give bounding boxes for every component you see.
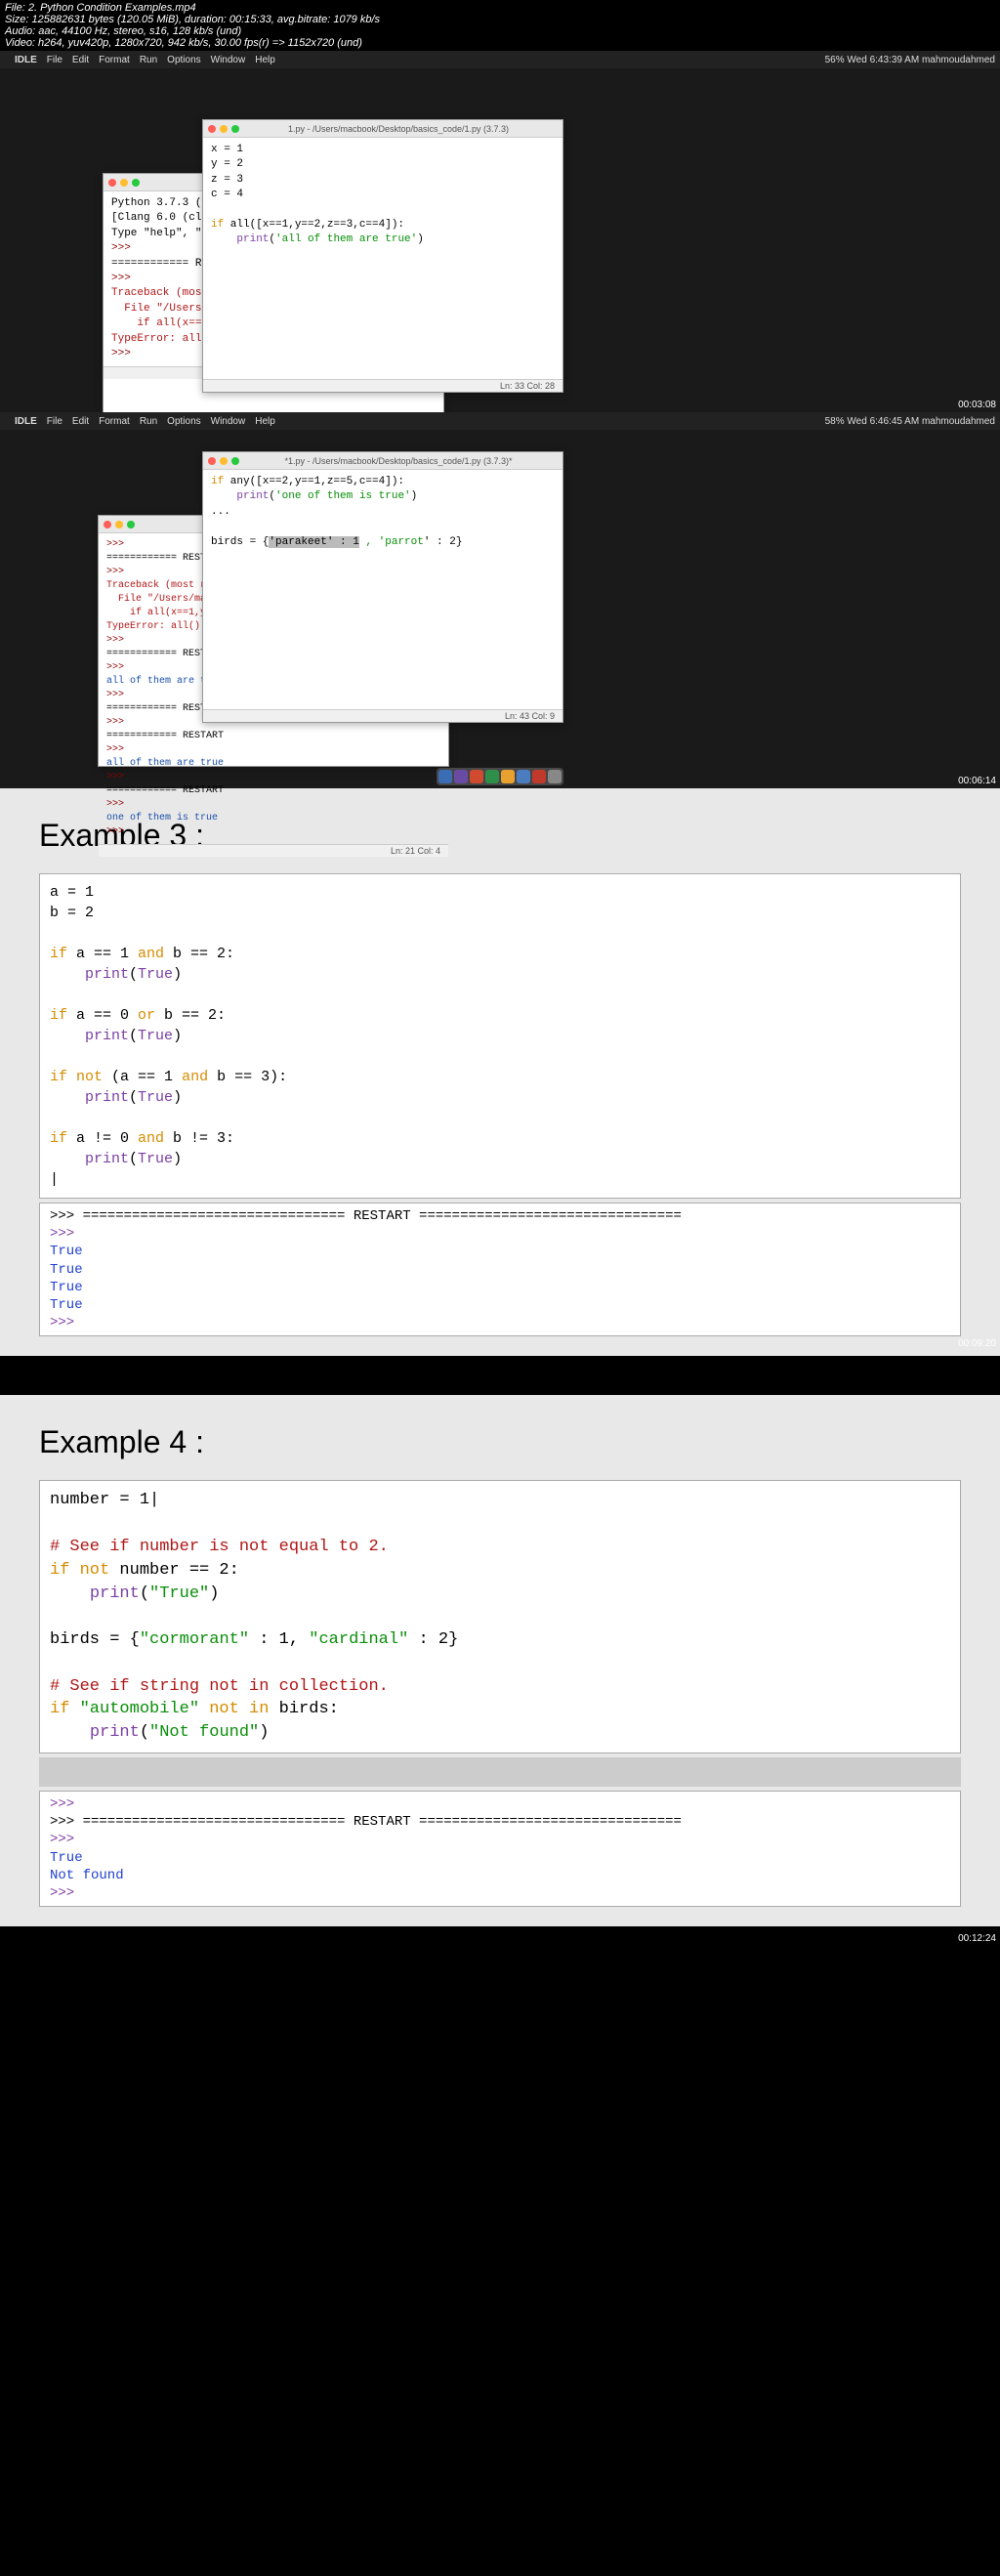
editor-statusbar: Ln: 43 Col: 9: [203, 709, 562, 722]
close-icon[interactable]: [108, 179, 116, 187]
menu-help[interactable]: Help: [255, 416, 275, 427]
timestamp: 00:09:20: [958, 1338, 996, 1393]
menubar-app[interactable]: IDLE: [15, 55, 37, 65]
dock-app-icon[interactable]: [501, 770, 515, 783]
menu-window[interactable]: Window: [211, 55, 246, 65]
menu-format[interactable]: Format: [99, 416, 130, 427]
minimize-icon[interactable]: [115, 521, 123, 528]
editor-title: 1.py - /Users/macbook/Desktop/basics_cod…: [288, 124, 509, 134]
file-size: Size: 125882631 bytes (120.05 MiB), dura…: [5, 14, 995, 25]
maximize-icon[interactable]: [127, 521, 135, 528]
example-3-code: a = 1 b = 2 if a == 1 and b == 2: print(…: [39, 873, 961, 1199]
example-3-slide: Example 3 : a = 1 b = 2 if a == 1 and b …: [0, 788, 1000, 1356]
timestamp: 00:12:24: [958, 1933, 996, 1944]
minimize-icon[interactable]: [120, 179, 128, 187]
maximize-icon[interactable]: [231, 457, 239, 465]
editor-window[interactable]: 1.py - /Users/macbook/Desktop/basics_cod…: [202, 119, 563, 393]
shell-statusbar: Ln: 21 Col: 4: [99, 844, 448, 857]
dock-app-icon[interactable]: [517, 770, 530, 783]
editor-code[interactable]: x = 1 y = 2 z = 3 c = 4 if all([x==1,y==…: [203, 138, 562, 253]
menubar-right[interactable]: 56% Wed 6:43:39 AM mahmoudahmed: [825, 55, 995, 65]
mac-menubar[interactable]: IDLE File Edit Format Run Options Window…: [0, 412, 1000, 430]
file-audio: Audio: aac, 44100 Hz, stereo, s16, 128 k…: [5, 25, 995, 37]
slide-title: Example 4 :: [39, 1424, 961, 1460]
menu-run[interactable]: Run: [140, 416, 157, 427]
minimize-icon[interactable]: [220, 125, 228, 133]
menu-edit[interactable]: Edit: [72, 416, 89, 427]
menu-file[interactable]: File: [47, 55, 62, 65]
example-4-output: >>> >>> ================================…: [39, 1791, 961, 1907]
file-name: File: 2. Python Condition Examples.mp4: [5, 2, 995, 14]
dock-app-icon[interactable]: [485, 770, 499, 783]
file-info-header: File: 2. Python Condition Examples.mp4 S…: [0, 0, 1000, 51]
file-video: Video: h264, yuv420p, 1280x720, 942 kb/s…: [5, 37, 995, 49]
menu-format[interactable]: Format: [99, 55, 130, 65]
example-4-slide: Example 4 : number = 1| # See if number …: [0, 1395, 1000, 1926]
menu-window[interactable]: Window: [211, 416, 246, 427]
close-icon[interactable]: [208, 125, 216, 133]
example-4-code: number = 1| # See if number is not equal…: [39, 1480, 961, 1753]
menu-options[interactable]: Options: [167, 55, 200, 65]
editor-code[interactable]: if any([x==2,y==1,z==5,c==4]): print('on…: [203, 470, 562, 555]
minimize-icon[interactable]: [220, 457, 228, 465]
menu-help[interactable]: Help: [255, 55, 275, 65]
maximize-icon[interactable]: [231, 125, 239, 133]
editor-title: *1.py - /Users/macbook/Desktop/basics_co…: [284, 456, 512, 466]
timestamp: 00:03:08: [958, 400, 996, 410]
menu-edit[interactable]: Edit: [72, 55, 89, 65]
screenshot-1: IDLE File Edit Format Run Options Window…: [0, 51, 1000, 412]
dock-app-icon[interactable]: [438, 770, 452, 783]
mac-menubar[interactable]: IDLE File Edit Format Run Options Window…: [0, 51, 1000, 68]
dock-app-icon[interactable]: [548, 770, 562, 783]
menu-file[interactable]: File: [47, 416, 62, 427]
dock-app-icon[interactable]: [470, 770, 483, 783]
editor-window[interactable]: *1.py - /Users/macbook/Desktop/basics_co…: [202, 451, 563, 723]
separator: 00:09:20: [0, 1356, 1000, 1395]
maximize-icon[interactable]: [132, 179, 140, 187]
example-3-output: >>> ================================ RES…: [39, 1203, 961, 1336]
mac-dock[interactable]: [437, 768, 563, 785]
editor-statusbar: Ln: 33 Col: 28: [203, 379, 562, 392]
dock-app-icon[interactable]: [454, 770, 468, 783]
separator: 00:12:24: [0, 1926, 1000, 1946]
close-icon[interactable]: [208, 457, 216, 465]
menu-run[interactable]: Run: [140, 55, 157, 65]
screenshot-2: IDLE File Edit Format Run Options Window…: [0, 412, 1000, 788]
menu-options[interactable]: Options: [167, 416, 200, 427]
dock-app-icon[interactable]: [532, 770, 546, 783]
menubar-app[interactable]: IDLE: [15, 416, 37, 427]
menubar-right[interactable]: 58% Wed 6:46:45 AM mahmoudahmed: [825, 416, 995, 427]
close-icon[interactable]: [104, 521, 111, 528]
timestamp: 00:06:14: [958, 776, 996, 786]
